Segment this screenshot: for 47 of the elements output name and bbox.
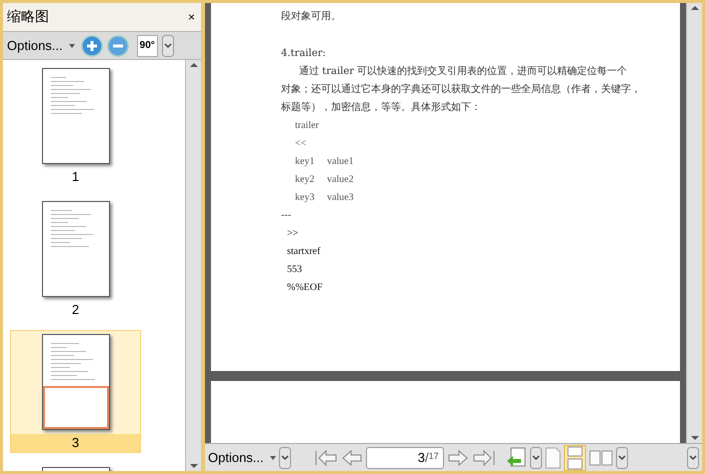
dropdown-icon[interactable] (530, 446, 542, 468)
document-text: %%EOF (286, 282, 324, 293)
zoom-out-icon[interactable] (106, 34, 129, 56)
document-text: 对象；还可以通过它本身的字典还可以获取文件的一些全局信息（作者，关键字， (281, 84, 642, 95)
document-text: 通过 trailer 可以快速的找到交叉引用表的位置，进而可以精确定位每一个 (298, 66, 628, 77)
rotate-button[interactable]: 90° (136, 34, 158, 56)
code-line: << (294, 138, 308, 149)
document-text: 标题等），加密信息，等等。具体形式如下： (281, 102, 482, 113)
continuous-pages-icon[interactable] (564, 444, 586, 470)
thumbnail-item[interactable]: 1 (10, 64, 141, 187)
next-page-icon[interactable] (446, 448, 469, 468)
page-number: 1 (72, 168, 80, 186)
dropdown-icon[interactable] (687, 446, 699, 468)
document-text: --- (281, 210, 292, 221)
viewport-frame (42, 386, 108, 429)
close-button[interactable]: × (186, 11, 197, 23)
last-page-icon[interactable] (472, 448, 496, 468)
dropdown-icon[interactable] (616, 446, 628, 468)
document-text: 4.trailer: (281, 48, 327, 59)
options-dropdown[interactable]: Options... (5, 36, 77, 56)
document-text: startxref (286, 246, 322, 257)
scroll-up-icon[interactable] (688, 3, 700, 13)
page-number: 3 (72, 434, 80, 452)
panel-title: 缩略图 (7, 8, 49, 26)
code-line: key2 value2 (294, 174, 355, 185)
page-number: 2 (72, 301, 80, 319)
thumbnail-item[interactable]: 2 (10, 197, 141, 320)
page-total: 17 (428, 450, 439, 462)
first-page-icon[interactable] (314, 448, 338, 468)
caret-icon (270, 456, 276, 460)
code-line: key1 value1 (294, 156, 355, 167)
options-dropdown[interactable]: Options... (208, 448, 276, 468)
page-separator: / (425, 448, 429, 467)
caret-icon (68, 44, 75, 48)
page-number: 3 (418, 448, 425, 467)
page-with-arrow-icon[interactable] (504, 446, 527, 468)
document-text: >> (286, 228, 300, 239)
dropdown-icon[interactable] (278, 446, 291, 468)
code-line: trailer (294, 120, 320, 131)
code-line: key3 value3 (294, 192, 355, 203)
zoom-in-icon[interactable] (80, 34, 103, 56)
thumbnail-item[interactable]: 3 (10, 330, 141, 453)
document-text: 553 (286, 264, 303, 275)
previous-page-icon[interactable] (340, 448, 363, 468)
scroll-down-icon[interactable] (188, 461, 200, 471)
document-text: 段对象可用。 (281, 11, 342, 22)
dropdown-icon[interactable] (162, 34, 174, 56)
